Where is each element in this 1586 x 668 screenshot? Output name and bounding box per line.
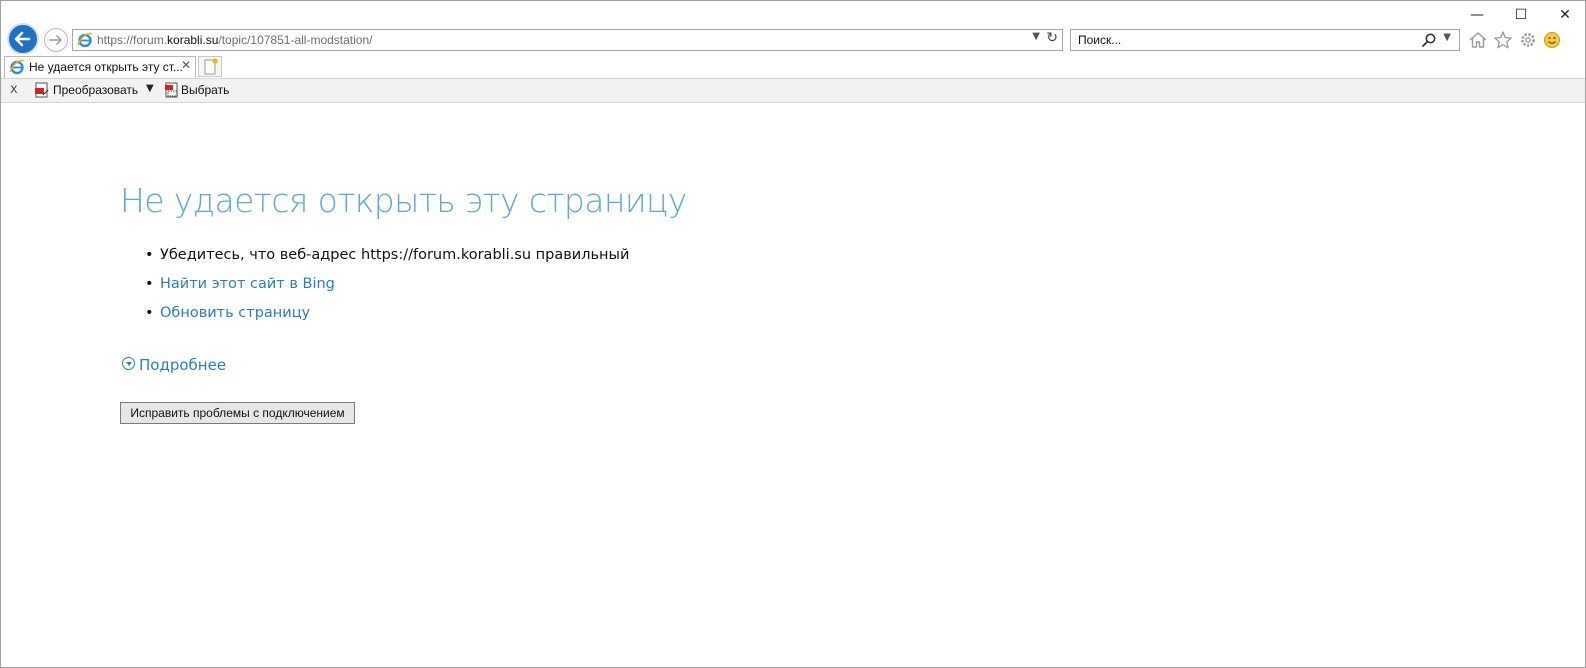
search-bing-link[interactable]: Найти этот сайт в Bing [160,276,335,292]
details-label: Подробнее [139,356,227,374]
feedback-smiley-icon[interactable] [1541,29,1563,51]
search-dropdown-icon[interactable]: ▼ [1443,32,1451,43]
tab-title: Не удается открыть эту ст... [29,60,183,74]
expand-circle-icon [122,357,135,370]
settings-gear-icon[interactable] [1517,29,1539,51]
select-button[interactable]: Выбрать [181,83,229,97]
new-tab-button[interactable] [198,56,222,77]
search-box[interactable]: Поиск... ▼ [1070,29,1460,51]
url-path: /topic/107851-all-modstation/ [218,33,373,47]
page-title: Не удается открыть эту страницу [120,181,687,220]
convert-button[interactable]: Преобразовать [53,83,138,97]
suggestion-list: Убедитесь, что веб-адрес https://forum.k… [145,247,629,334]
tab-active[interactable]: Не удается открыть эту ст... ✕ [4,56,196,78]
forward-button[interactable] [44,28,68,52]
back-button[interactable] [7,23,39,55]
url-prefix: https://forum. [97,33,168,47]
list-item: Найти этот сайт в Bing [145,276,629,305]
back-arrow-icon [14,31,31,47]
navigation-bar: https://forum.korabli.su/topic/107851-al… [1,1,1585,55]
ie-favicon-icon [9,59,25,75]
url-text[interactable]: https://forum.korabli.su/topic/107851-al… [97,33,372,47]
tab-row: Не удается открыть эту ст... ✕ [1,54,1585,78]
close-window-button[interactable]: ✕ [1543,4,1585,26]
forward-arrow-icon [49,35,62,45]
search-placeholder[interactable]: Поиск... [1078,33,1121,47]
minimize-button[interactable]: — [1455,4,1499,26]
refresh-icon[interactable]: ↻ [1046,30,1058,46]
maximize-button[interactable]: ☐ [1499,4,1543,26]
convert-dropdown-icon[interactable]: ▼ [146,83,154,94]
home-icon[interactable] [1467,29,1489,51]
refresh-page-link[interactable]: Обновить страницу [160,305,310,321]
details-toggle[interactable]: Подробнее [122,356,226,376]
address-bar[interactable]: https://forum.korabli.su/topic/107851-al… [72,29,1063,51]
ie-favicon-icon [77,32,93,48]
search-icon[interactable] [1421,32,1437,48]
tab-close-icon[interactable]: ✕ [181,58,191,72]
check-url-text: Убедитесь, что веб-адрес https://forum.k… [160,247,630,263]
command-bar: x Преобразовать ▼ Выбрать [1,78,1585,103]
pdf-select-icon[interactable] [164,82,180,98]
fix-connection-button[interactable]: Исправить проблемы с подключением [120,402,355,424]
pdf-convert-icon[interactable] [34,82,50,98]
address-dropdown-icon[interactable]: ▼ [1032,31,1040,42]
url-host: korabli.su [167,33,219,47]
error-page: Не удается открыть эту страницу Убедитес… [1,103,1585,667]
favorites-star-icon[interactable] [1492,29,1514,51]
list-item: Убедитесь, что веб-адрес https://forum.k… [145,247,629,276]
list-item: Обновить страницу [145,305,629,334]
new-tab-icon [204,58,218,75]
browser-window: https://forum.korabli.su/topic/107851-al… [0,0,1586,668]
close-toolbar-icon[interactable]: x [10,82,18,97]
